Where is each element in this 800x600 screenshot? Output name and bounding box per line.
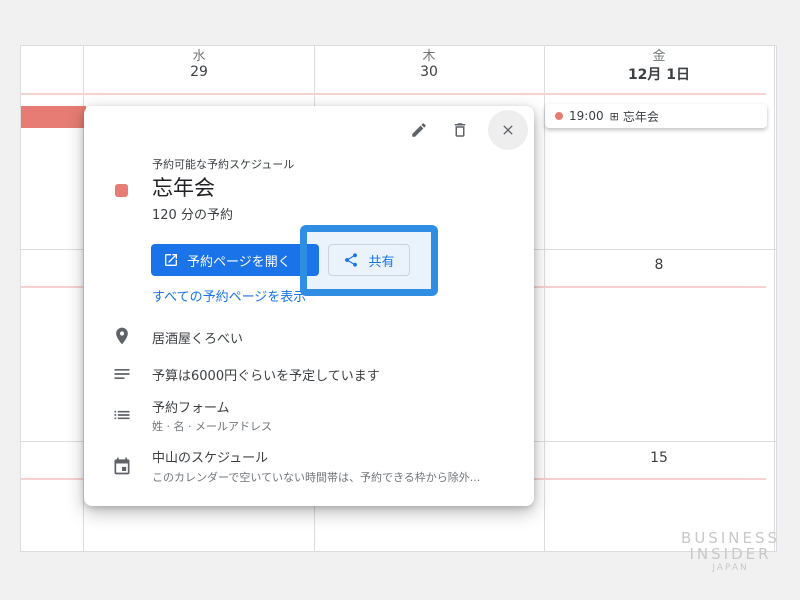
calendar-icon [114, 457, 130, 475]
date-8[interactable]: 8 [619, 257, 699, 273]
event-chip[interactable]: 19:00 ⊞ 忘年会 [545, 104, 767, 128]
date-30[interactable]: 30 [389, 64, 469, 80]
event-details-popup: 予約可能な予約スケジュール 忘年会 120 分の予約 予約ページを開く 共有 す… [84, 106, 534, 506]
form-fields: 姓 · 名 · メールアドレス [152, 420, 272, 433]
event-color-square [115, 184, 128, 197]
schedule-type-label: 予約可能な予約スケジュール [152, 158, 295, 171]
day-name-fri: 金 [652, 49, 666, 64]
event-time: 19:00 [569, 109, 604, 123]
close-icon [503, 125, 513, 135]
date-15[interactable]: 15 [619, 450, 699, 466]
form-icon [114, 410, 130, 420]
event-title-heading: 忘年会 [152, 176, 215, 200]
event-color-dot [555, 112, 563, 120]
edit-icon [412, 123, 426, 137]
booking-grid-icon: ⊞ [609, 109, 619, 123]
description-icon [114, 369, 130, 379]
form-title: 予約フォーム [152, 401, 230, 416]
event-bar[interactable] [21, 106, 86, 128]
date-29[interactable]: 29 [159, 64, 239, 80]
delete-button[interactable] [442, 112, 478, 148]
schedule-title: 中山のスケジュール [152, 451, 269, 466]
edit-button[interactable] [401, 112, 437, 148]
open-booking-page-button[interactable]: 予約ページを開く [151, 244, 319, 276]
location-icon [116, 327, 128, 345]
day-name-thu: 木 [422, 49, 436, 64]
day-name-wed: 水 [192, 49, 206, 64]
date-dec-1[interactable]: 12月 1日 [619, 64, 699, 84]
open-external-icon [165, 254, 177, 266]
location-text: 居酒屋くろべい [152, 332, 244, 347]
brand-logo: BUSINESS INSIDER JAPAN [681, 530, 780, 574]
share-highlight-box [300, 225, 438, 296]
delete-icon [454, 123, 466, 137]
booking-duration: 120 分の予約 [152, 208, 233, 223]
brand-line-1: BUSINESS [681, 529, 780, 547]
close-button[interactable] [488, 110, 528, 150]
grid-line [774, 46, 775, 551]
event-title: 忘年会 [622, 109, 659, 124]
week-divider [21, 93, 766, 95]
brand-line-2: INSIDER [689, 545, 772, 563]
open-booking-page-label: 予約ページを開く [187, 254, 291, 270]
schedule-description: このカレンダーで空いていない時間帯は、予約できる枠から除外... [152, 471, 481, 484]
description-text: 予算は6000円ぐらいを予定しています [152, 369, 380, 384]
all-booking-pages-link[interactable]: すべての予約ページを表示 [152, 286, 306, 305]
brand-line-3: JAPAN [712, 563, 749, 573]
